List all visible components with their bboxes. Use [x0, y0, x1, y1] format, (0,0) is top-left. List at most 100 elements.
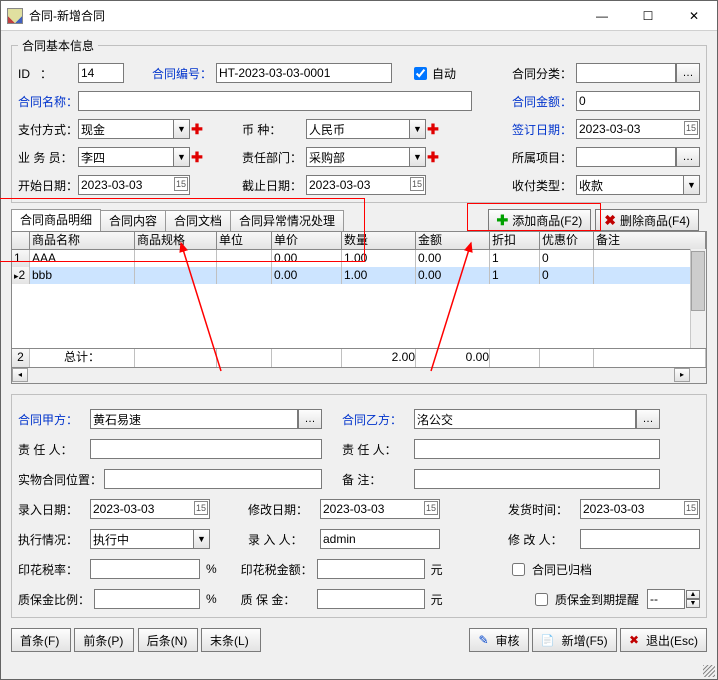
category-label: 合同分类：: [512, 65, 576, 82]
col-amount[interactable]: 金额: [416, 232, 490, 249]
entrydate-input[interactable]: [90, 499, 210, 519]
nav-last[interactable]: 末条(L): [201, 628, 261, 652]
col-qty[interactable]: 数量: [342, 232, 416, 249]
id-input[interactable]: [78, 63, 124, 83]
tab-docs[interactable]: 合同文档: [165, 210, 231, 231]
spin-buttons[interactable]: ▲▼: [686, 590, 700, 608]
stamprate-input[interactable]: [90, 559, 200, 579]
dept-combo[interactable]: [306, 147, 426, 167]
party-a-input[interactable]: [90, 409, 298, 429]
items-grid[interactable]: 商品名称 商品规格 单位 单价 数量 金额 折扣 优惠价 备注 1 AAA 0.…: [11, 231, 707, 349]
grid-row[interactable]: 2 bbb 0.00 1.00 0.00 1 0: [12, 267, 706, 284]
modifydate-input[interactable]: [320, 499, 440, 519]
grid-vscroll[interactable]: [690, 249, 706, 348]
col-name[interactable]: 商品名称: [30, 232, 135, 249]
archived-label: 合同已归档: [532, 561, 592, 578]
nav-first[interactable]: 首条(F): [11, 628, 71, 652]
grid-hscroll[interactable]: ◂ ▸: [11, 368, 707, 384]
name-input[interactable]: [78, 91, 472, 111]
amount-input[interactable]: [576, 91, 700, 111]
modifyuser-input[interactable]: [580, 529, 700, 549]
entryuser-input[interactable]: [320, 529, 440, 549]
new-icon: [541, 633, 558, 647]
bondrate-label: 质保金比例：: [18, 591, 94, 608]
paymethod-label: 支付方式：: [18, 121, 78, 138]
yuan-unit: 元: [431, 591, 443, 608]
col-pref[interactable]: 优惠价: [540, 232, 594, 249]
signdate-label: 签订日期：: [512, 121, 576, 138]
minimize-button[interactable]: —: [579, 1, 625, 31]
bondamt-input[interactable]: [317, 589, 425, 609]
phys-input[interactable]: [104, 469, 322, 489]
enddate-input[interactable]: [306, 175, 426, 195]
amount-label: 合同金额：: [512, 93, 576, 110]
nav-prev[interactable]: 前条(P): [74, 628, 134, 652]
category-browse-button[interactable]: …: [676, 63, 700, 83]
name-label: 合同名称：: [18, 93, 78, 110]
resp-b-input[interactable]: [414, 439, 660, 459]
resp-a-input[interactable]: [90, 439, 322, 459]
tab-content[interactable]: 合同内容: [100, 210, 166, 231]
currency-add-icon[interactable]: ✚: [426, 121, 440, 138]
bondremind-checkbox[interactable]: [535, 593, 548, 606]
salesman-add-icon[interactable]: ✚: [190, 149, 204, 166]
shipdate-input[interactable]: [580, 499, 700, 519]
new-button[interactable]: 新增(F5): [532, 628, 617, 652]
col-unit[interactable]: 单位: [217, 232, 272, 249]
del-item-button[interactable]: ✖删除商品(F4): [595, 209, 699, 231]
party-b-input[interactable]: [414, 409, 636, 429]
stampamt-input[interactable]: [317, 559, 425, 579]
paymethod-combo[interactable]: [78, 119, 190, 139]
party-b-browse[interactable]: …: [636, 409, 660, 429]
maximize-button[interactable]: ☐: [625, 1, 671, 31]
window-title: 合同-新增合同: [29, 7, 579, 24]
grid-row[interactable]: 1 AAA 0.00 1.00 0.00 1 0: [12, 250, 706, 267]
bondrate-input[interactable]: [94, 589, 200, 609]
minus-icon: ✖: [604, 213, 616, 227]
category-input[interactable]: [576, 63, 676, 83]
archived-checkbox-wrap[interactable]: 合同已归档: [508, 560, 700, 579]
tab-exceptions[interactable]: 合同异常情况处理: [230, 210, 344, 231]
paymethod-add-icon[interactable]: ✚: [190, 121, 204, 138]
close-button[interactable]: ✕: [671, 1, 717, 31]
project-browse-button[interactable]: …: [676, 147, 700, 167]
archived-checkbox[interactable]: [512, 563, 525, 576]
remark-input[interactable]: [414, 469, 660, 489]
signdate-input[interactable]: [576, 119, 700, 139]
stampamt-label: 印花税金额：: [241, 561, 317, 578]
currency-label: 币 种：: [242, 121, 306, 138]
party-b-label: 合同乙方：: [342, 411, 414, 428]
col-remark[interactable]: 备注: [594, 232, 706, 249]
startdate-input[interactable]: [78, 175, 190, 195]
bondamt-label: 质 保 金：: [241, 591, 317, 608]
dept-add-icon[interactable]: ✚: [426, 149, 440, 166]
bondremind-days[interactable]: [647, 589, 685, 609]
percent-unit: %: [206, 592, 217, 606]
window: 合同-新增合同 — ☐ ✕ 合同基本信息 ID ： 合同编号： 自动 合同分类: [0, 0, 718, 680]
contract-basic-legend: 合同基本信息: [18, 37, 98, 54]
col-spec[interactable]: 商品规格: [135, 232, 217, 249]
phys-label: 实物合同位置：: [18, 471, 104, 488]
currency-combo[interactable]: [306, 119, 426, 139]
nav-next[interactable]: 后条(N): [138, 628, 198, 652]
add-item-button[interactable]: ✚添加商品(F2): [488, 209, 592, 231]
resize-grip[interactable]: [703, 665, 715, 677]
audit-button[interactable]: 审核: [469, 628, 528, 652]
startdate-label: 开始日期：: [18, 177, 78, 194]
col-discount[interactable]: 折扣: [490, 232, 540, 249]
auto-checkbox[interactable]: [414, 67, 427, 80]
grid-header: 商品名称 商品规格 单位 单价 数量 金额 折扣 优惠价 备注: [12, 232, 706, 250]
bondremind-checkbox-wrap[interactable]: 质保金到期提醒: [531, 590, 639, 609]
code-input[interactable]: [216, 63, 392, 83]
salesman-combo[interactable]: [78, 147, 190, 167]
paytype-combo[interactable]: [576, 175, 700, 195]
exit-button[interactable]: 退出(Esc): [620, 628, 707, 652]
exec-combo[interactable]: [90, 529, 210, 549]
col-price[interactable]: 单价: [272, 232, 342, 249]
tab-items[interactable]: 合同商品明细: [11, 209, 101, 231]
project-input[interactable]: [576, 147, 676, 167]
paytype-label: 收付类型：: [512, 177, 576, 194]
party-a-browse[interactable]: …: [298, 409, 322, 429]
auto-checkbox-wrap[interactable]: 自动: [410, 64, 456, 83]
bottom-bar: 首条(F) 前条(P) 后条(N) 末条(L) 审核 新增(F5) 退出(Esc…: [11, 624, 707, 652]
